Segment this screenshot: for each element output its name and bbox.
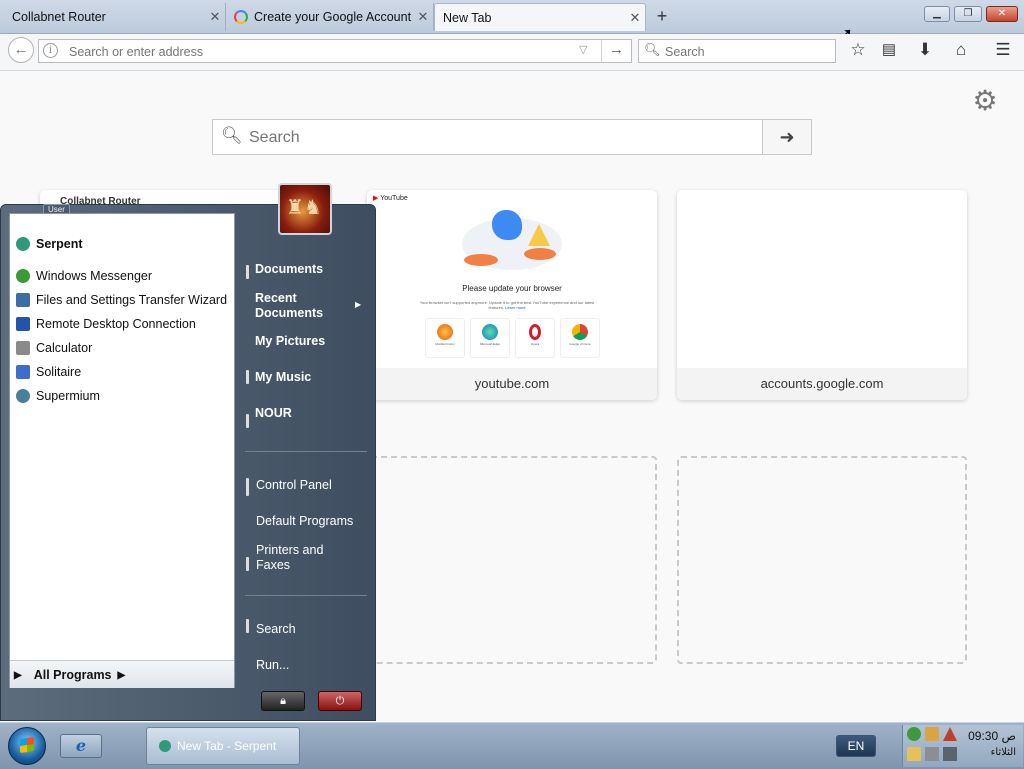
divider — [601, 40, 602, 62]
youtube-logo: ▶ YouTube — [373, 195, 408, 202]
lock-button[interactable]: 🔒︎ — [261, 691, 305, 711]
chevron-right-icon: ▶ — [355, 300, 362, 309]
tab-label: Collabnet Router — [12, 10, 106, 24]
clock-time: 09:30 ص — [968, 729, 1016, 743]
go-arrow-icon[interactable]: → — [609, 41, 624, 58]
start-item-run[interactable]: Run... — [256, 658, 289, 673]
clock[interactable]: 09:30 ص الثلاثاء — [960, 729, 1016, 758]
start-item-my-pictures[interactable]: My Pictures — [255, 334, 325, 349]
start-menu: User Serpent Windows Messenger Files and… — [0, 183, 376, 721]
program-item-remote-desktop[interactable]: Remote Desktop Connection — [16, 313, 196, 335]
supermium-icon — [16, 389, 30, 403]
start-item-documents[interactable]: Documents — [255, 262, 323, 277]
close-icon[interactable]: ✕ — [205, 9, 225, 25]
start-item-search[interactable]: Search — [256, 622, 296, 637]
all-programs-button[interactable]: ▶ All Programs ▶ — [14, 664, 125, 686]
start-button[interactable] — [8, 727, 46, 765]
firefox-icon: Mozilla Firefox — [425, 318, 465, 358]
update-illustration — [462, 210, 562, 272]
pinned-item-serpent[interactable]: Serpent — [16, 233, 83, 255]
restore-button[interactable]: ❐ — [954, 6, 982, 22]
serpent-icon — [159, 740, 171, 752]
tab-create-google-account[interactable]: Create your Google Account ✕ — [226, 3, 434, 31]
program-item-solitaire[interactable]: Solitaire — [16, 361, 81, 383]
google-icon — [234, 10, 248, 24]
tab-label: Create your Google Account — [254, 10, 412, 24]
program-item-supermium[interactable]: Supermium — [16, 385, 100, 407]
play-arrow-icon: ▶ — [14, 669, 22, 681]
menu-icon[interactable]: ☰ — [992, 39, 1014, 61]
taskbar: e New Tab - Serpent EN 09:30 ص الثلاثاء — [0, 722, 1024, 769]
start-item-default-programs[interactable]: Default Programs — [256, 514, 353, 529]
new-tab-button[interactable]: + — [650, 5, 674, 27]
remote-desktop-icon — [16, 317, 30, 331]
language-indicator[interactable]: EN — [836, 735, 876, 757]
preview-text: Your browser isn't supported anymore. Up… — [419, 300, 595, 310]
program-item-calculator[interactable]: Calculator — [16, 337, 92, 359]
top-site-tile-youtube[interactable]: ▶ YouTube Please update your browser You… — [367, 190, 657, 400]
network-icon[interactable] — [925, 727, 939, 741]
search-submit-button[interactable]: ➜ — [762, 120, 811, 154]
tile-label: accounts.google.com — [677, 368, 967, 400]
close-icon[interactable]: ✕ — [413, 9, 433, 25]
tab-label: New Tab — [443, 10, 492, 25]
transfer-wizard-icon — [16, 293, 30, 307]
gear-icon[interactable]: ⚙ — [970, 86, 1000, 116]
browser-icons: Mozilla Firefox Microsoft Edge Opera Goo… — [425, 318, 600, 358]
start-menu-programs-pane: Serpent Windows Messenger Files and Sett… — [9, 213, 235, 688]
program-item-windows-messenger[interactable]: Windows Messenger — [16, 265, 152, 287]
shield-check-icon[interactable] — [907, 727, 921, 741]
top-site-tile-google-accounts[interactable]: accounts.google.com — [677, 190, 967, 400]
edge-icon: Microsoft Edge — [470, 318, 510, 358]
opera-icon: Opera — [515, 318, 555, 358]
serpent-icon — [16, 237, 30, 251]
back-button[interactable]: ← — [8, 37, 34, 63]
chevron-right-icon: ▶ — [117, 669, 126, 681]
bookmarks-library-icon[interactable]: ▤ — [878, 39, 900, 61]
tab-collabnet-router[interactable]: Collabnet Router ✕ — [4, 3, 226, 31]
close-window-button[interactable]: ✕ — [986, 6, 1018, 22]
address-bar[interactable]: i ▽ → — [38, 39, 632, 63]
downloads-icon[interactable]: ⬇ — [914, 39, 936, 61]
start-item-nour[interactable]: NOUR — [255, 406, 292, 421]
home-icon[interactable]: ⌂ — [950, 39, 972, 61]
shutdown-button[interactable]: ⏻ — [318, 691, 362, 711]
minimize-button[interactable]: ▁ — [924, 6, 950, 22]
clock-day: الثلاثاء — [990, 747, 1016, 758]
preview-heading: Please update your browser — [462, 284, 562, 293]
calculator-icon — [16, 341, 30, 355]
start-item-control-panel[interactable]: Control Panel — [256, 478, 332, 493]
page-search-box[interactable]: 🔍︎ ➜ — [212, 119, 812, 155]
start-item-printers-faxes[interactable]: Printers and Faxes — [256, 543, 346, 573]
tab-strip: Collabnet Router ✕ Create your Google Ac… — [0, 0, 1024, 44]
navigation-toolbar: ← i ▽ → 🔍︎ ☆ ▤ ⬇ ⌂ ☰ — [0, 34, 1024, 71]
page-search-input[interactable] — [247, 126, 751, 150]
start-item-my-music[interactable]: My Music — [255, 370, 311, 385]
tools-icon[interactable] — [943, 747, 957, 761]
messenger-icon — [16, 269, 30, 283]
taskbar-item-new-tab[interactable]: New Tab - Serpent — [146, 727, 300, 765]
search-icon: 🔍︎ — [221, 126, 243, 145]
chrome-icon: Google Chrome — [560, 318, 600, 358]
warning-icon[interactable] — [943, 727, 957, 741]
battery-icon[interactable] — [907, 747, 921, 761]
tab-new-tab[interactable]: New Tab ✕ — [434, 3, 646, 31]
search-icon: 🔍︎ — [644, 42, 661, 57]
address-input[interactable] — [67, 42, 571, 62]
start-item-recent-documents[interactable]: Recent Documents — [255, 291, 340, 321]
search-input[interactable] — [663, 42, 827, 62]
bookmark-star-icon[interactable]: ☆ — [847, 39, 869, 61]
info-icon[interactable]: i — [43, 43, 58, 58]
internet-explorer-icon[interactable]: e — [60, 734, 102, 758]
empty-tile-slot[interactable] — [677, 456, 967, 664]
search-bar[interactable]: 🔍︎ — [638, 39, 836, 63]
tile-label: youtube.com — [367, 368, 657, 400]
close-icon[interactable]: ✕ — [625, 10, 645, 26]
dropdown-arrow-icon[interactable]: ▽ — [579, 43, 587, 56]
empty-tile-slot[interactable] — [367, 456, 657, 664]
program-item-transfer-wizard[interactable]: Files and Settings Transfer Wizard — [16, 289, 227, 311]
volume-icon[interactable] — [925, 747, 939, 761]
solitaire-icon — [16, 365, 30, 379]
user-avatar[interactable] — [278, 183, 332, 235]
